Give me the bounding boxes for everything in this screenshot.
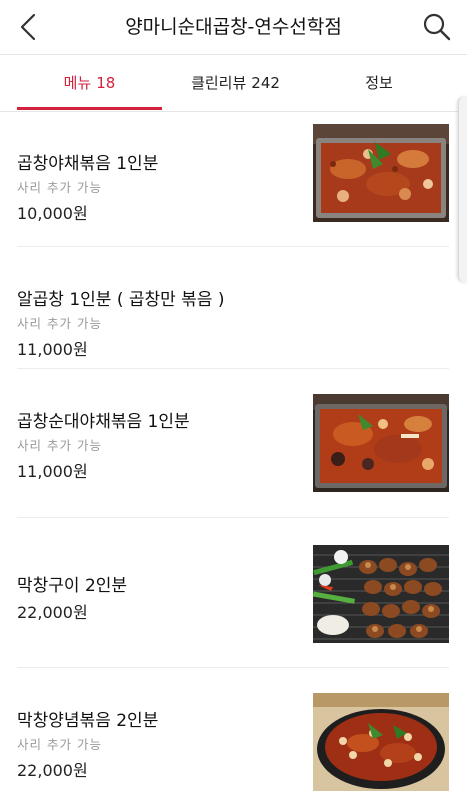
tab-menu[interactable]: 메뉴 18 [17, 55, 162, 111]
page-title: 양마니순대곱창-연수선학점 [125, 16, 342, 38]
tab-menu-count: 18 [96, 74, 116, 92]
menu-item-name: 곱창야채볶음 1인분 [17, 154, 159, 174]
search-icon[interactable] [421, 11, 453, 43]
tab-info-label: 정보 [365, 74, 393, 92]
menu-item-name: 막창양념볶음 2인분 [17, 711, 159, 731]
menu-item-name: 곱창순대야채볶음 1인분 [17, 412, 190, 432]
menu-item-name: 알곱창 1인분 ( 곱창만 볶음 ) [17, 290, 225, 310]
menu-item[interactable]: 막창양념볶음 2인분 사리 추가 가능 22,000원 [17, 668, 449, 808]
menu-item-photo [313, 394, 449, 492]
menu-item[interactable]: 곱창야채볶음 1인분 사리 추가 가능 10,000원 [17, 124, 449, 234]
tab-info[interactable]: 정보 [309, 55, 449, 111]
menu-item[interactable]: 알곱창 1인분 ( 곱창만 볶음 ) 사리 추가 가능 11,000원 [17, 247, 449, 369]
menu-item-note: 사리 추가 가능 [17, 180, 102, 195]
menu-item-price: 11,000원 [17, 462, 88, 481]
grilled-tripe-vegetables-photo [313, 124, 449, 222]
spicy-makchang-pan-photo [313, 693, 449, 791]
top-app-bar: 양마니순대곱창-연수선학점 [0, 0, 467, 55]
menu-item-note: 사리 추가 가능 [17, 316, 102, 331]
tab-bar: 메뉴 18 클린리뷰 242 정보 [0, 55, 467, 112]
chevron-left-icon[interactable] [14, 12, 44, 42]
tripe-sundae-stirfry-photo [313, 394, 449, 492]
menu-item-photo [313, 693, 449, 791]
side-drawer-handle[interactable] [458, 97, 467, 282]
menu-item[interactable]: 곱창순대야채볶음 1인분 사리 추가 가능 11,000원 [17, 369, 449, 517]
menu-item-price: 22,000원 [17, 603, 88, 622]
active-tab-indicator [17, 107, 162, 110]
grilled-makchang-photo [313, 545, 449, 643]
menu-item-name: 막창구이 2인분 [17, 576, 128, 596]
menu-item-note: 사리 추가 가능 [17, 438, 102, 453]
menu-item[interactable]: 막창구이 2인분 22,000원 [17, 518, 449, 667]
tab-clean-review[interactable]: 클린리뷰 242 [163, 55, 308, 111]
tab-review-count: 242 [251, 74, 280, 92]
tab-review-label: 클린리뷰 [191, 74, 247, 92]
menu-item-price: 10,000원 [17, 204, 88, 223]
menu-item-price: 22,000원 [17, 761, 88, 780]
menu-item-note: 사리 추가 가능 [17, 737, 102, 752]
menu-item-photo [313, 124, 449, 222]
menu-item-price: 11,000원 [17, 340, 88, 359]
tab-menu-label: 메뉴 [63, 74, 92, 92]
menu-item-photo [313, 545, 449, 643]
